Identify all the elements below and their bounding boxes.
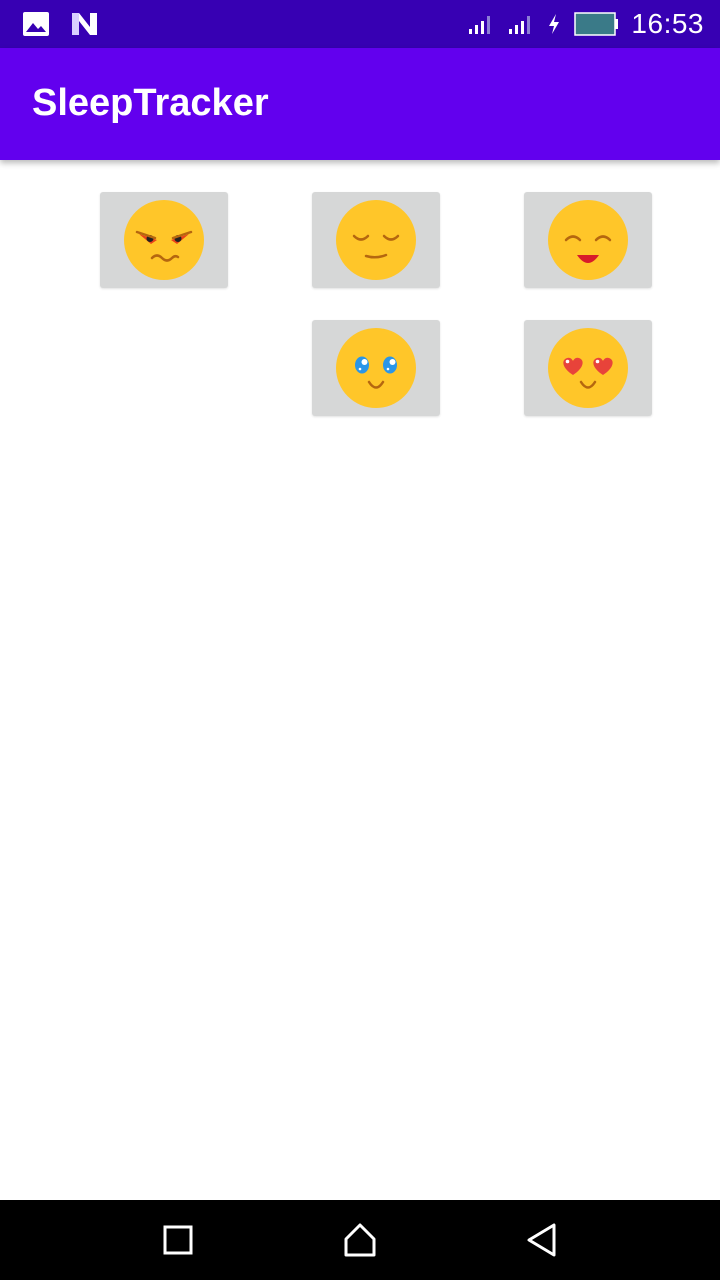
navigation-bar bbox=[0, 1200, 720, 1280]
mood-button-wide-eyed[interactable] bbox=[312, 320, 440, 416]
battery-icon bbox=[574, 12, 619, 36]
angry-face-icon bbox=[124, 200, 204, 280]
mood-grid bbox=[0, 160, 720, 1200]
heart-eyes-face-icon bbox=[548, 328, 628, 408]
recents-icon bbox=[163, 1225, 193, 1255]
mood-button-heart-eyes[interactable] bbox=[524, 320, 652, 416]
back-button[interactable] bbox=[522, 1220, 562, 1260]
status-clock: 16:53 bbox=[631, 8, 704, 39]
home-icon bbox=[344, 1223, 376, 1257]
status-left-icons bbox=[22, 11, 100, 37]
signal-icon bbox=[509, 16, 531, 34]
content-face-icon bbox=[548, 200, 628, 280]
signal-icon bbox=[469, 16, 491, 34]
mood-button-sleepy[interactable] bbox=[312, 192, 440, 288]
mood-button-content[interactable] bbox=[524, 192, 652, 288]
status-bar: 16:53 bbox=[0, 0, 720, 48]
status-right: 16:53 bbox=[467, 0, 704, 48]
home-button[interactable] bbox=[340, 1220, 380, 1260]
mood-button-angry[interactable] bbox=[100, 192, 228, 288]
sleepy-face-icon bbox=[336, 200, 416, 280]
gallery-icon bbox=[23, 12, 49, 36]
app-bar: SleepTracker bbox=[0, 48, 720, 160]
charging-icon bbox=[549, 14, 560, 34]
back-icon bbox=[527, 1223, 556, 1257]
app-title: SleepTracker bbox=[32, 82, 269, 124]
recents-button[interactable] bbox=[158, 1220, 198, 1260]
android-n-icon bbox=[72, 13, 97, 35]
wide-eyed-face-icon bbox=[336, 328, 416, 408]
